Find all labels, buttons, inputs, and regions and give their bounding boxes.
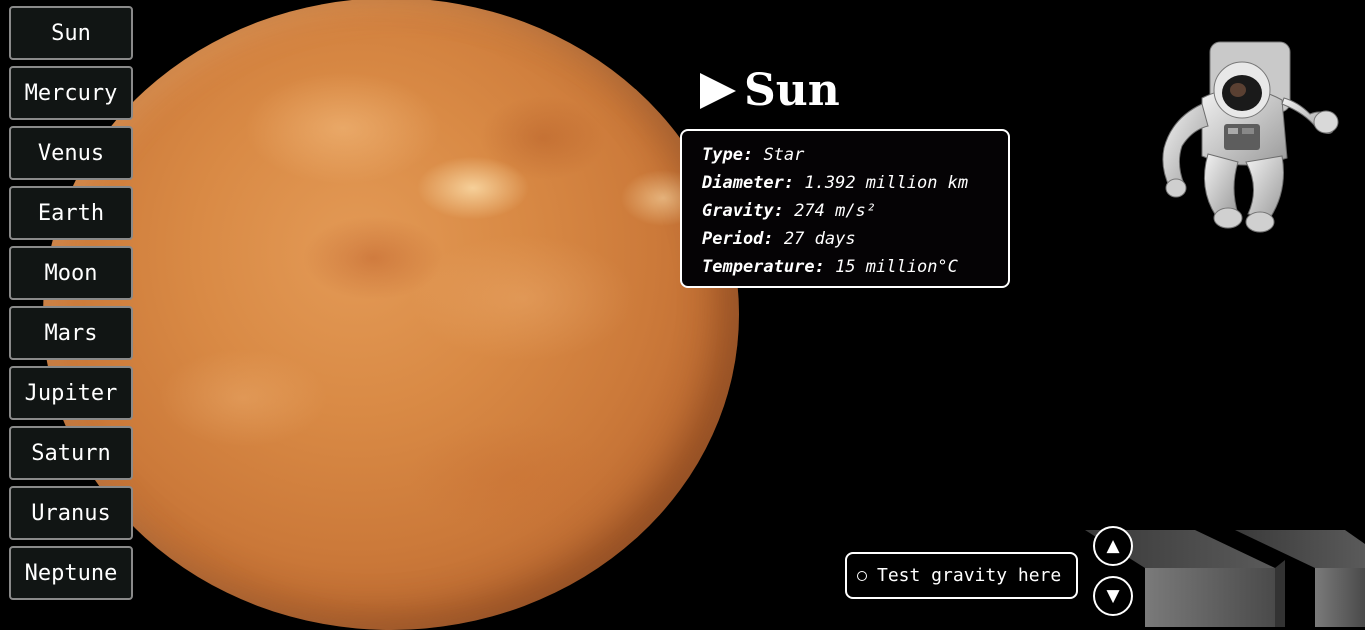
info-row-type: Type: Star: [702, 141, 1008, 169]
info-value: 1.392 million km: [804, 173, 969, 193]
astronaut-image[interactable]: [1142, 38, 1342, 234]
info-label: Period:: [702, 229, 774, 249]
radio-circle-icon: [857, 570, 867, 581]
nav-button-mars[interactable]: Mars: [9, 306, 133, 360]
nav-button-jupiter[interactable]: Jupiter: [9, 366, 133, 420]
info-row-temperature: Temperature: 15 million°C: [702, 253, 1008, 281]
info-row-gravity: Gravity: 274 m/s²: [702, 197, 1008, 225]
body-title: Sun: [744, 65, 840, 116]
info-value: Star: [763, 145, 805, 165]
nav-button-venus[interactable]: Venus: [9, 126, 133, 180]
scroll-up-button[interactable]: ▲: [1093, 526, 1133, 566]
info-label: Diameter:: [702, 173, 795, 193]
info-panel: Type: Star Diameter: 1.392 million km Gr…: [680, 129, 1010, 288]
info-value: 274 m/s²: [794, 201, 877, 221]
body-heading: Sun: [700, 63, 840, 119]
triangle-down-icon: ▼: [1106, 586, 1120, 606]
nav-button-uranus[interactable]: Uranus: [9, 486, 133, 540]
triangle-up-icon: ▲: [1106, 536, 1120, 556]
nav-button-neptune[interactable]: Neptune: [9, 546, 133, 600]
scroll-down-button[interactable]: ▼: [1093, 576, 1133, 616]
nav-button-earth[interactable]: Earth: [9, 186, 133, 240]
test-gravity-label: Test gravity here: [877, 565, 1062, 586]
info-row-period: Period: 27 days: [702, 225, 1008, 253]
test-gravity-button[interactable]: Test gravity here: [845, 552, 1078, 599]
info-row-diameter: Diameter: 1.392 million km: [702, 169, 1008, 197]
info-label: Type:: [702, 145, 754, 165]
info-label: Gravity:: [702, 201, 784, 221]
play-triangle-icon: [700, 73, 736, 109]
nav-button-sun[interactable]: Sun: [9, 6, 133, 60]
sun-planet-render: [43, 0, 739, 630]
nav-button-mercury[interactable]: Mercury: [9, 66, 133, 120]
info-value: 15 million°C: [835, 257, 958, 277]
info-label: Temperature:: [702, 257, 825, 277]
planet-nav: Sun Mercury Venus Earth Moon Mars Jupite…: [9, 6, 133, 606]
nav-button-moon[interactable]: Moon: [9, 246, 133, 300]
nav-button-saturn[interactable]: Saturn: [9, 426, 133, 480]
info-value: 27 days: [783, 229, 856, 249]
